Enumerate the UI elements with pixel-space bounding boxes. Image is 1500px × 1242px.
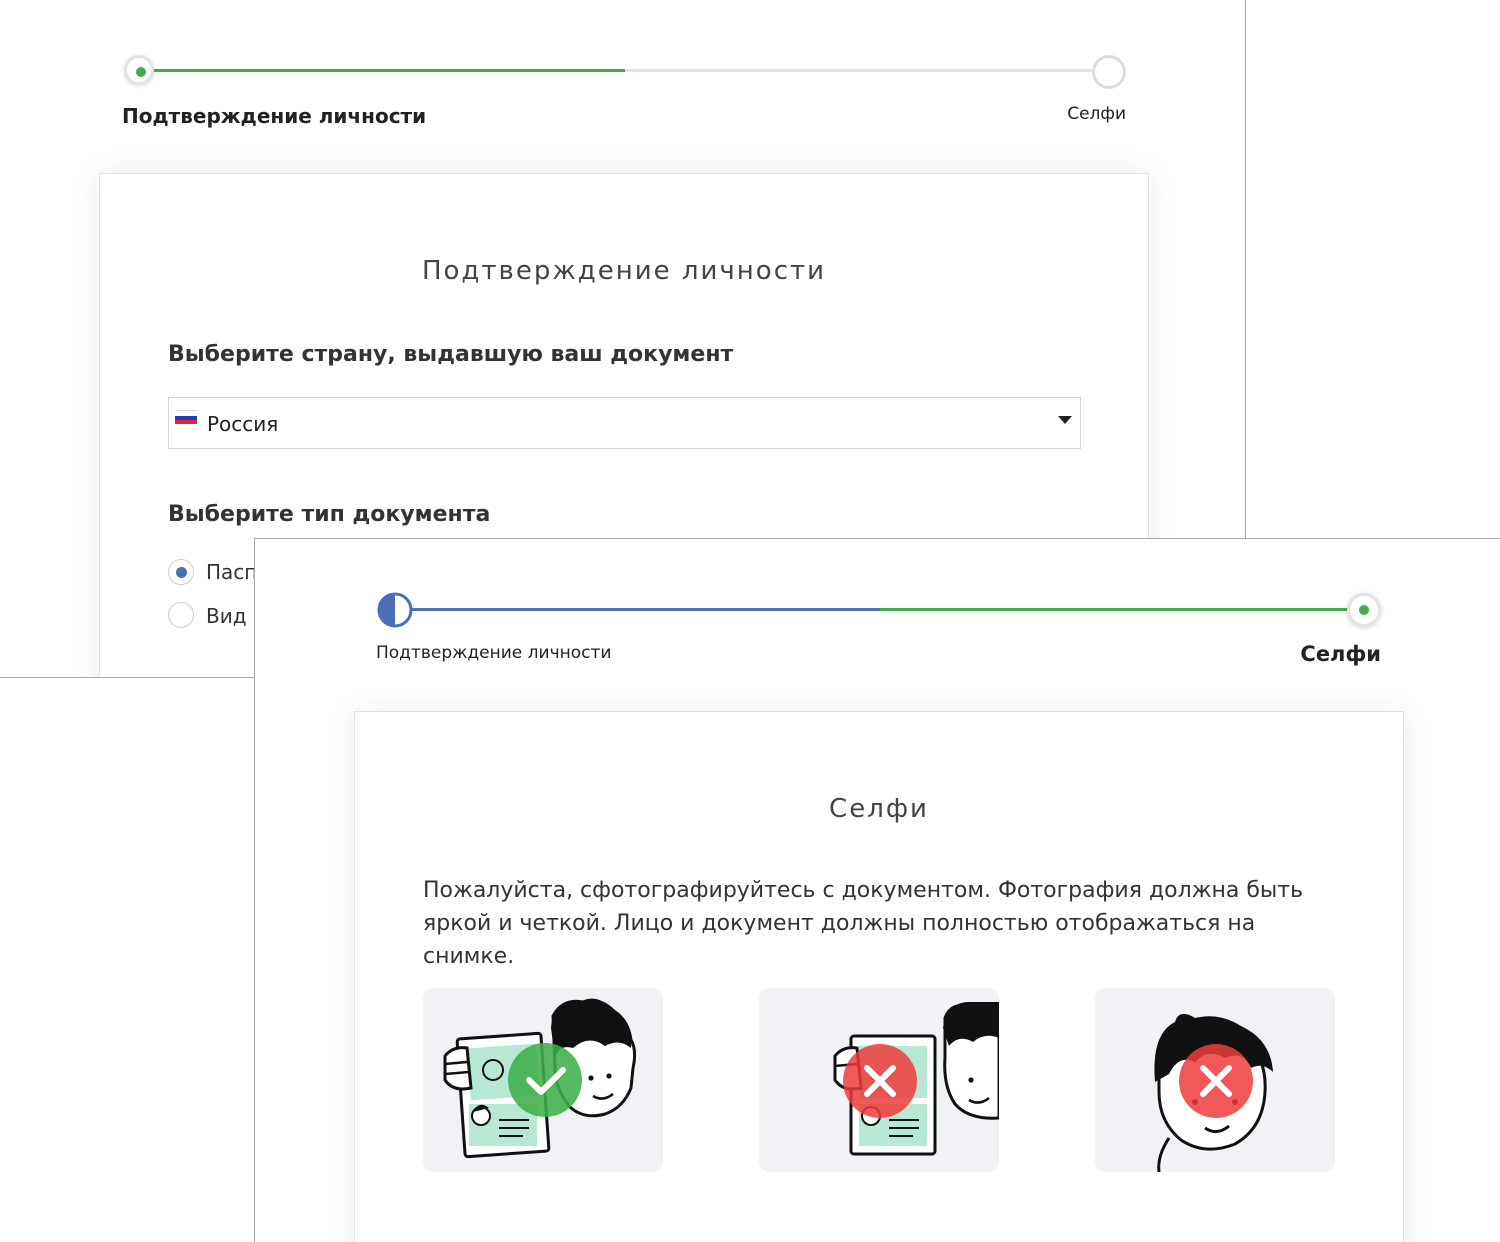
example-correct (423, 988, 663, 1172)
selfie-card: Селфи Пожалуйста, сфотографируйтесь с до… (354, 711, 1404, 1242)
country-value: Россия (207, 412, 279, 436)
document-covers-face-illustration (833, 1002, 999, 1156)
step-selfie-node[interactable] (1092, 55, 1126, 89)
half-complete-icon[interactable] (377, 592, 413, 628)
country-label: Выберите страну, выдавшую ваш документ (168, 342, 734, 367)
selfie-window: Подтверждение личности Селфи Селфи Пожал… (254, 538, 1500, 1242)
stepper-progress (140, 69, 625, 72)
radio-passport[interactable] (168, 559, 194, 585)
radio-residence-permit[interactable] (168, 602, 194, 628)
step-selfie-label: Селфи (1300, 642, 1381, 666)
step-identity-node[interactable] (124, 55, 154, 85)
selfie-with-document-illustration (443, 998, 637, 1159)
step-identity-label: Подтверждение личности (122, 104, 427, 128)
step-selfie-label: Селфи (1067, 104, 1126, 124)
country-select[interactable]: Россия (168, 397, 1081, 449)
example-no-document (1095, 988, 1335, 1172)
example-document-covers-face (759, 988, 999, 1172)
stepper-progress-done (395, 608, 880, 611)
step-selfie-node[interactable] (1347, 593, 1381, 627)
selfie-instructions: Пожалуйста, сфотографируйтесь с документ… (423, 878, 1304, 969)
stepper-progress-current (880, 608, 1365, 611)
face-without-document-illustration (1154, 1013, 1273, 1172)
russia-flag-icon (175, 410, 197, 424)
card-title: Селфи (829, 794, 929, 824)
check-icon (508, 1043, 582, 1117)
doctype-label: Выберите тип документа (168, 502, 491, 527)
card-title: Подтверждение личности (421, 256, 827, 286)
chevron-down-icon (1058, 416, 1072, 424)
step-identity-label: Подтверждение личности (376, 643, 612, 663)
